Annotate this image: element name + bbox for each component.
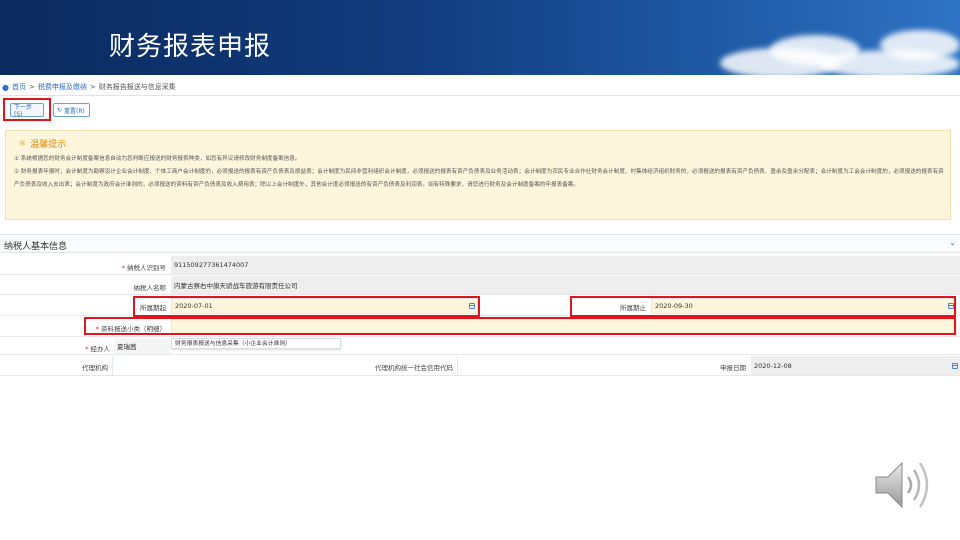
agency-code-label: 代理机构统一社会信用代码 bbox=[375, 364, 453, 372]
lightbulb-icon: ☼ bbox=[18, 138, 27, 149]
section-title: 纳税人基本信息 bbox=[4, 242, 68, 252]
refresh-icon: ↻ bbox=[57, 106, 63, 114]
taxpayer-name-value: 内蒙古察右中旗天骄战车旅游有限责任公司 bbox=[171, 276, 960, 294]
row-taxpayer-name: 纳税人名称 内蒙古察右中旗天骄战车旅游有限责任公司 bbox=[0, 276, 960, 295]
report-date-field[interactable]: 2020-12-08 bbox=[751, 356, 960, 375]
section-header-taxpayer[interactable]: 纳税人基本信息 ⌄ bbox=[0, 234, 960, 253]
category-dropdown-option[interactable]: 财务报表报送与信息采集（小企业会计准则） bbox=[171, 338, 341, 349]
breadcrumb: ● 首页 > 税费申报及缴纳 > 财务报告报送与信息采集 bbox=[2, 80, 176, 94]
agency-field[interactable] bbox=[113, 357, 343, 375]
taxpayer-id-value: 911509277361474007 bbox=[171, 256, 960, 274]
tips-body: ① 系统根据您的财务会计制度备案信息自动为您判断应报送的财务报表种类，如您有异议… bbox=[14, 153, 944, 192]
speaker-icon[interactable] bbox=[872, 455, 936, 515]
agency-label: 代理机构 bbox=[82, 364, 108, 372]
operator-field[interactable]: 夏瑞茜 bbox=[114, 338, 170, 354]
slide-title: 财务报表申报 bbox=[109, 32, 272, 62]
location-pin-icon: ● bbox=[2, 82, 9, 92]
reset-label: 重置(R) bbox=[64, 107, 85, 115]
breadcrumb-level1[interactable]: 税费申报及缴纳 bbox=[38, 82, 87, 92]
agency-code-field[interactable] bbox=[458, 357, 688, 375]
tips-line-2: ② 财务报表年报时，会计制度为勘察设计企业会计制度、个体工商户会计制度的，必须报… bbox=[14, 169, 944, 188]
highlight-box-period-end bbox=[570, 296, 956, 317]
highlight-box-period-start bbox=[133, 296, 480, 317]
tips-heading: ☼ 温馨提示 bbox=[18, 137, 67, 151]
chevron-down-icon[interactable]: ⌄ bbox=[949, 238, 956, 247]
highlight-box-category bbox=[84, 317, 956, 335]
breadcrumb-divider bbox=[0, 95, 960, 96]
highlight-box-next bbox=[3, 98, 51, 121]
operator-label: * 经办人 bbox=[85, 345, 110, 353]
breadcrumb-home[interactable]: 首页 bbox=[12, 82, 26, 92]
breadcrumb-separator: > bbox=[89, 83, 96, 91]
breadcrumb-current: 财务报告报送与信息采集 bbox=[98, 83, 176, 91]
tips-line-1: ① 系统根据您的财务会计制度备案信息自动为您判断应报送的财务报表种类，如您有异议… bbox=[14, 156, 301, 162]
row-taxpayer-id: * 纳税人识别号 911509277361474007 bbox=[0, 256, 960, 275]
breadcrumb-separator: > bbox=[28, 83, 35, 91]
row-operator: * 经办人 夏瑞茜 财务报表报送与信息采集（小企业会计准则） bbox=[0, 338, 960, 355]
report-date-value: 2020-12-08 bbox=[754, 361, 792, 370]
taxpayer-id-label: * 纳税人识别号 bbox=[121, 264, 166, 272]
slide: 财务报表申报 ● 首页 > 税费申报及缴纳 > 财务报告报送与信息采集 下一步(… bbox=[0, 0, 960, 540]
tips-title: 温馨提示 bbox=[30, 140, 67, 150]
slide-banner: 财务报表申报 bbox=[0, 0, 960, 75]
report-date-label: 申报日期 bbox=[720, 364, 746, 372]
reset-button[interactable]: ↻ 重置(R) bbox=[53, 103, 90, 117]
tips-panel: ☼ 温馨提示 ① 系统根据您的财务会计制度备案信息自动为您判断应报送的财务报表种… bbox=[5, 130, 951, 220]
calendar-icon[interactable] bbox=[952, 362, 958, 369]
taxpayer-name-label: 纳税人名称 bbox=[133, 284, 167, 292]
row-agency: 代理机构 代理机构统一社会信用代码 申报日期 2020-12-08 bbox=[0, 356, 960, 376]
